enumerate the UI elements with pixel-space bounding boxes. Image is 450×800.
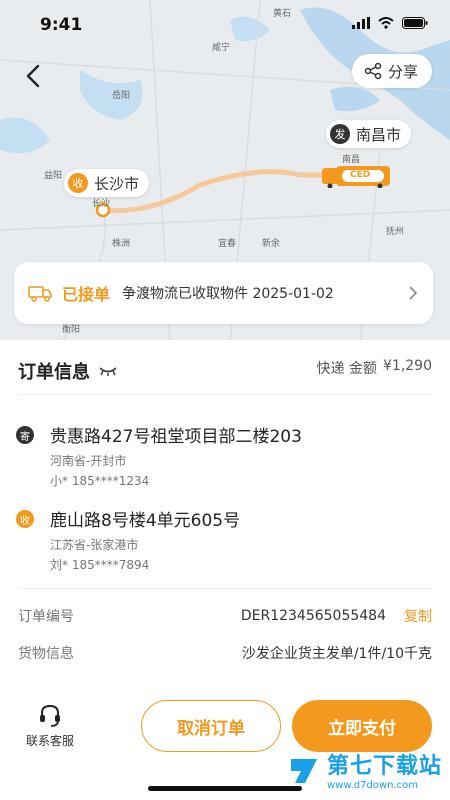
- goods-info-value: 沙发企业货主发单/1件/10千克: [241, 646, 432, 662]
- map-label: 新余: [262, 239, 281, 249]
- send-badge: 发: [330, 124, 350, 144]
- copy-button[interactable]: 复制: [404, 606, 432, 626]
- shipment-status-card[interactable]: 已接单 争渡物流已收取物件 2025-01-02: [14, 262, 433, 324]
- headset-icon: [40, 704, 60, 727]
- pay-now-button[interactable]: 立即支付: [292, 700, 432, 752]
- system-icons: [352, 17, 428, 29]
- map-label: 抚州: [386, 227, 405, 237]
- amount-value: ¥1,290: [383, 358, 432, 374]
- goods-info-row: 货物信息 沙发企业货主发单/1件/10千克: [18, 642, 432, 664]
- divider: [18, 588, 432, 589]
- origin-city-name: 长沙市: [94, 174, 140, 193]
- back-button[interactable]: [22, 62, 46, 90]
- amount-prefix: 快递 金额: [316, 361, 377, 377]
- status-message: 争渡物流已收取物件 2025-01-02: [122, 286, 334, 302]
- order-number-row: 订单编号 DER1234565055484 复制: [18, 605, 432, 627]
- receiver-address: 收 鹿山路8号楼4单元605号 江苏省-张家港市 刘* 185****7894: [16, 506, 436, 576]
- sender-badge: 寄: [16, 426, 34, 444]
- home-indicator[interactable]: [148, 786, 302, 791]
- order-number-label: 订单编号: [18, 609, 74, 625]
- chevron-right-icon: [409, 286, 418, 300]
- receiver-street: 鹿山路8号楼4单元605号: [50, 511, 241, 531]
- destination-city-tag: 发 南昌市: [326, 120, 412, 148]
- sender-region: 河南省-开封市: [50, 454, 127, 468]
- watermark-logo-icon: [290, 758, 317, 783]
- sender-contact: 小* 185****1234: [50, 474, 150, 488]
- receiver-badge: 收: [16, 510, 34, 528]
- wifi-icon: [378, 17, 394, 29]
- chevron-left-icon: [26, 64, 40, 88]
- truck-plate: CED: [350, 170, 371, 180]
- order-info-heading: 订单信息: [18, 358, 118, 384]
- status-time: 9:41: [40, 15, 83, 35]
- truck-icon: [28, 286, 52, 302]
- share-label: 分享: [387, 62, 418, 81]
- map-label: 益阳: [44, 171, 63, 181]
- goods-info-label: 货物信息: [18, 646, 74, 662]
- customer-service-label: 联系客服: [25, 734, 74, 748]
- battery-icon: [402, 17, 428, 29]
- status-bar: 9:41: [0, 0, 450, 44]
- sender-address: 寄 贵惠路427号祖堂项目部二楼203 河南省-开封市 小* 185****12…: [16, 422, 436, 492]
- share-button[interactable]: 分享: [351, 54, 432, 88]
- destination-city-name: 南昌市: [356, 125, 402, 144]
- divider: [18, 394, 432, 395]
- map-label: 宜春: [218, 239, 237, 249]
- map-label: 株洲: [112, 239, 131, 249]
- order-number-value: DER1234565055484: [240, 608, 386, 624]
- cancel-order-button[interactable]: 取消订单: [141, 700, 281, 752]
- signal-icon: [352, 17, 370, 29]
- watermark-title: 第七下载站: [326, 754, 442, 779]
- receive-badge: 收: [68, 173, 88, 193]
- watermark: 第七下载站 www.d7down.com: [287, 748, 442, 791]
- sender-street: 贵惠路427号祖堂项目部二楼203: [50, 427, 302, 447]
- receiver-region: 江苏省-张家港市: [50, 538, 139, 552]
- receiver-contact: 刘* 185****7894: [50, 558, 150, 572]
- map-label: 长沙: [92, 199, 111, 209]
- origin-city-tag: 收 长沙市: [64, 169, 150, 197]
- order-info-panel: 订单信息 快递 金额 ¥1,290 寄 贵惠路427号祖堂项目部二楼203 河南…: [0, 340, 450, 680]
- watermark-url: www.d7down.com: [326, 780, 419, 791]
- share-icon: [364, 62, 382, 80]
- eye-closed-icon[interactable]: [98, 365, 118, 377]
- order-amount: 快递 金额 ¥1,290: [317, 358, 432, 378]
- order-info-title: 订单信息: [18, 362, 90, 383]
- customer-service-button[interactable]: 联系客服: [20, 702, 80, 749]
- status-label: 已接单: [62, 285, 111, 304]
- truck-marker: CED: [322, 164, 390, 189]
- map-label: 岳阳: [112, 91, 131, 101]
